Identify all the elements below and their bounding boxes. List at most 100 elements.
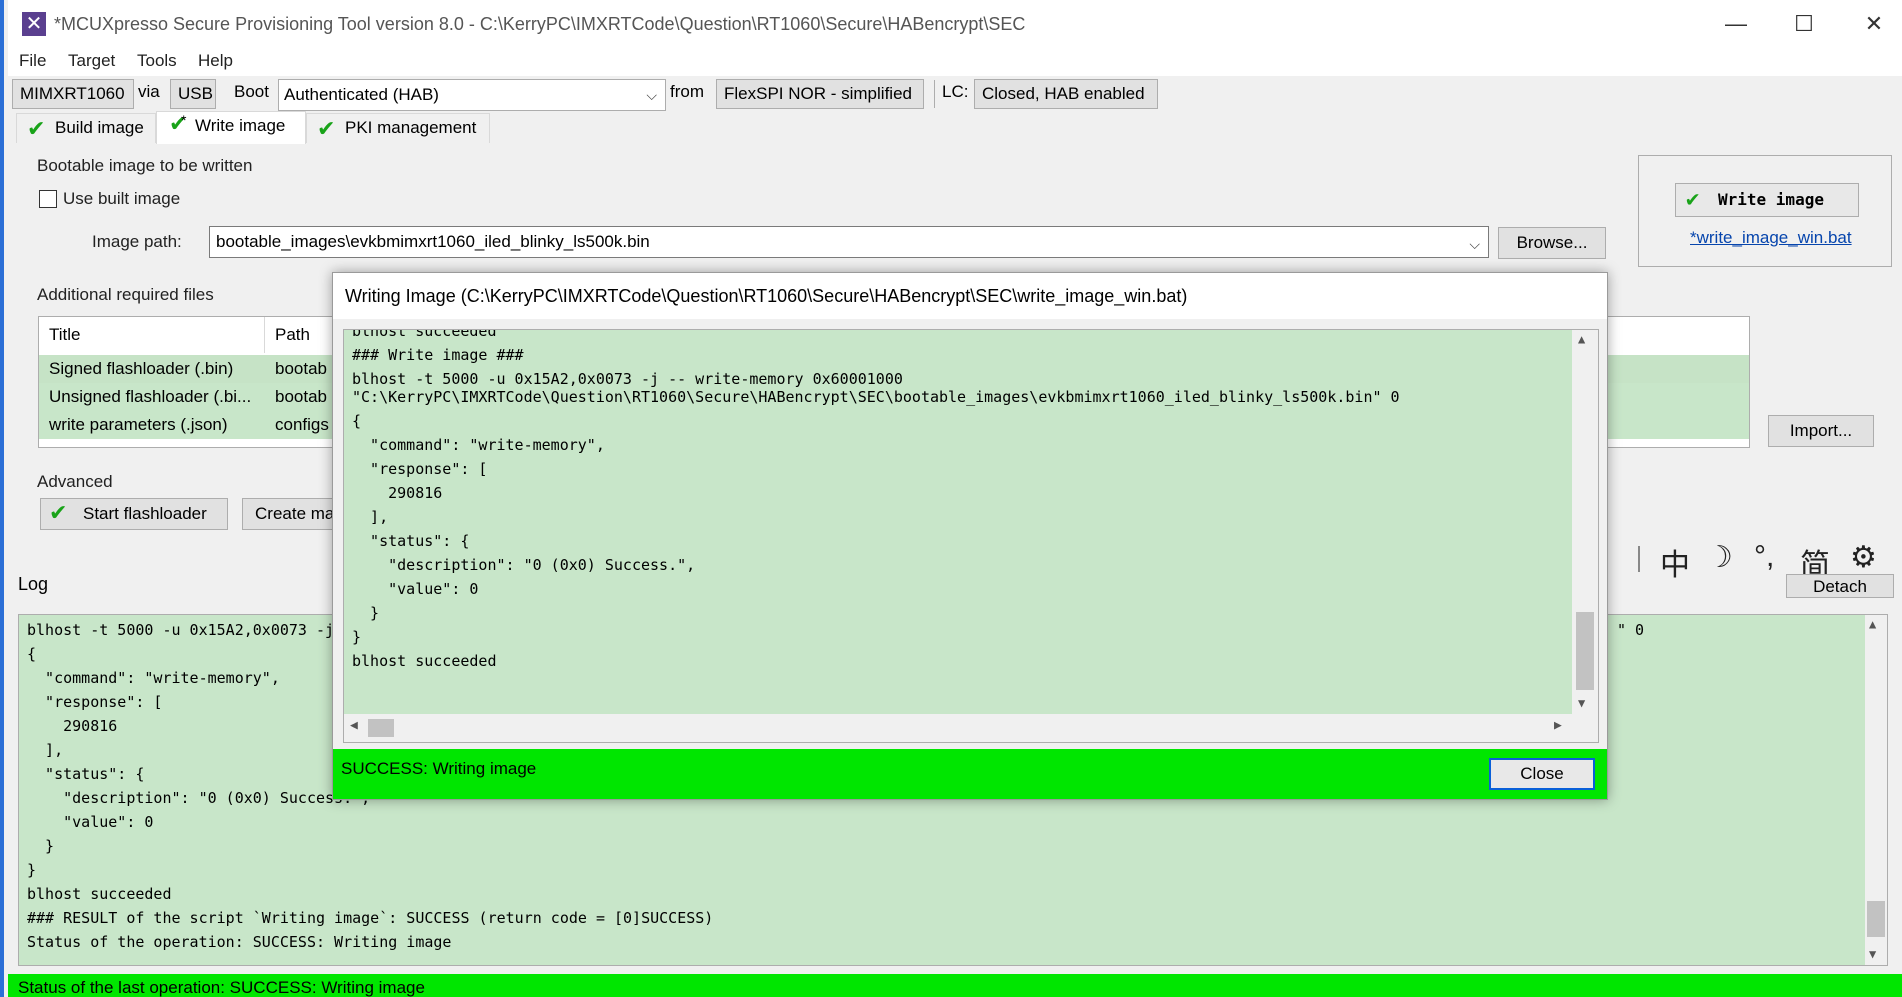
boot-memory-selector[interactable]: FlexSPI NOR - simplified xyxy=(716,79,924,109)
menu-tools[interactable]: Tools xyxy=(137,51,177,71)
image-path-label: Image path: xyxy=(92,232,182,251)
config-divider xyxy=(934,80,935,108)
tab-write-image-label: Write image xyxy=(195,116,286,135)
tab-write-image[interactable]: ✔ * Write image xyxy=(156,111,306,144)
use-built-image-checkbox[interactable] xyxy=(39,190,57,208)
menu-help[interactable]: Help xyxy=(198,51,233,71)
log-line: blhost succeeded xyxy=(27,885,172,903)
dialog-log-line: "description": "0 (0x0) Success.", xyxy=(352,556,696,574)
scroll-thumb[interactable] xyxy=(368,719,394,737)
from-label: from xyxy=(670,82,704,101)
main-window: ✕ *MCUXpresso Secure Provisioning Tool v… xyxy=(0,0,1902,997)
write-image-button[interactable]: ✔ Write image xyxy=(1675,183,1859,217)
tab-build-image-label: Build image xyxy=(55,118,144,137)
dialog-log-line: "status": { xyxy=(352,532,470,550)
app-logo-icon: ✕ xyxy=(22,12,46,36)
dialog-log-line: "C:\KerryPC\IMXRTCode\Question\RT1060\Se… xyxy=(352,388,1400,406)
writing-image-dialog: Writing Image (C:\KerryPC\IMXRTCode\Ques… xyxy=(332,272,1608,800)
scroll-thumb[interactable] xyxy=(1576,612,1594,690)
modified-marker: * xyxy=(181,112,187,128)
use-built-image-label: Use built image xyxy=(63,189,181,208)
scroll-thumb[interactable] xyxy=(1867,901,1885,937)
dialog-log-line: blhost -t 5000 -u 0x15A2,0x0073 -j -- wr… xyxy=(352,370,903,388)
lifecycle-selector[interactable]: Closed, HAB enabled xyxy=(974,79,1158,109)
dialog-vertical-scrollbar[interactable]: ▲ ▼ xyxy=(1572,330,1598,742)
dialog-log-output[interactable]: blhost succeeded ### Write image ### blh… xyxy=(343,329,1599,743)
ime-moon-icon[interactable]: ☽ xyxy=(1706,540,1733,575)
log-line: { xyxy=(27,645,37,663)
log-scrollbar[interactable]: ▲ ▼ xyxy=(1865,615,1887,965)
additional-group-title: Additional required files xyxy=(37,285,214,304)
browse-button[interactable]: Browse... xyxy=(1498,227,1606,259)
row-title: Signed flashloader (.bin) xyxy=(49,359,234,378)
dialog-close-button[interactable]: Close xyxy=(1489,758,1595,790)
dialog-title: Writing Image (C:\KerryPC\IMXRTCode\Ques… xyxy=(333,273,1607,319)
dialog-log-line: ### Write image ### xyxy=(352,346,524,364)
start-flashloader-button[interactable]: ✔ Start flashloader xyxy=(40,498,228,530)
scroll-down-icon[interactable]: ▼ xyxy=(1578,696,1585,710)
ime-language-icon[interactable]: 中 xyxy=(1660,540,1690,584)
log-line: } xyxy=(27,861,37,879)
window-title: *MCUXpresso Secure Provisioning Tool ver… xyxy=(54,14,1026,34)
dialog-log-line: } xyxy=(352,604,380,622)
dialog-log-line: { xyxy=(352,412,362,430)
dialog-log-line: "response": [ xyxy=(352,460,488,478)
chevron-down-icon: ⌵ xyxy=(1469,236,1480,252)
maximize-button[interactable]: ☐ xyxy=(1774,8,1834,40)
title-bar: ✕ *MCUXpresso Secure Provisioning Tool v… xyxy=(8,0,1902,48)
log-line-fragment: " 0 xyxy=(1617,621,1645,639)
import-button[interactable]: Import... xyxy=(1768,415,1874,447)
log-line: "status": { xyxy=(27,765,145,783)
check-icon: ✔ xyxy=(317,116,336,141)
dialog-horizontal-scrollbar[interactable]: ◀ ▶ xyxy=(344,714,1574,742)
dialog-log-line: blhost succeeded xyxy=(352,329,497,340)
write-script-link[interactable]: *write_image_win.bat xyxy=(1690,228,1852,248)
row-title: Unsigned flashloader (.bi... xyxy=(49,387,252,406)
tab-pki-management-label: PKI management xyxy=(345,118,477,137)
connection-selector[interactable]: USB xyxy=(170,79,216,109)
start-flashloader-label: Start flashloader xyxy=(83,504,207,523)
minimize-button[interactable]: — xyxy=(1706,8,1766,40)
lifecycle-label: LC: xyxy=(942,82,969,101)
image-path-value: bootable_images\evkbmimxrt1060_iled_blin… xyxy=(216,232,650,251)
log-line: ], xyxy=(27,741,64,759)
scroll-up-icon[interactable]: ▲ xyxy=(1578,332,1585,346)
log-line: 290816 xyxy=(27,717,118,735)
dialog-log-line: blhost succeeded xyxy=(352,652,497,670)
scroll-down-icon[interactable]: ▼ xyxy=(1869,947,1876,961)
check-icon: ✔ xyxy=(49,500,68,525)
ime-grip[interactable] xyxy=(1638,546,1640,572)
dialog-log-line: 290816 xyxy=(352,484,443,502)
log-line: "response": [ xyxy=(27,693,163,711)
detach-button[interactable]: Detach xyxy=(1786,574,1894,598)
close-window-button[interactable]: ✕ xyxy=(1844,8,1902,40)
column-header-title[interactable]: Title xyxy=(39,317,265,353)
scroll-right-icon[interactable]: ▶ xyxy=(1554,718,1562,733)
device-selector[interactable]: MIMXRT1060 xyxy=(12,79,134,109)
tab-pki-management[interactable]: ✔ PKI management xyxy=(306,113,490,143)
scroll-left-icon[interactable]: ◀ xyxy=(350,718,358,733)
tab-build-image[interactable]: ✔ Build image xyxy=(16,113,156,143)
log-line: ### RESULT of the script `Writing image`… xyxy=(27,909,714,927)
dialog-log-line: } xyxy=(352,628,362,646)
chevron-down-icon: ⌵ xyxy=(646,87,657,103)
scroll-up-icon[interactable]: ▲ xyxy=(1869,617,1876,631)
boot-type-value: Authenticated (HAB) xyxy=(284,85,439,104)
log-line: "value": 0 xyxy=(27,813,154,831)
log-line: "command": "write-memory", xyxy=(27,669,280,687)
dialog-status-text: SUCCESS: Writing image xyxy=(341,759,537,778)
dialog-log-line: "value": 0 xyxy=(352,580,479,598)
check-icon: ✔ xyxy=(27,116,46,141)
menu-file[interactable]: File xyxy=(19,51,46,71)
boot-label: Boot xyxy=(234,82,269,101)
bootable-group-title: Bootable image to be written xyxy=(37,156,253,175)
via-label: via xyxy=(138,82,160,101)
create-button[interactable]: Create ma xyxy=(242,498,342,530)
check-icon: ✔ xyxy=(1686,187,1700,212)
image-path-input[interactable]: bootable_images\evkbmimxrt1060_iled_blin… xyxy=(209,226,1489,258)
ime-settings-icon[interactable]: ⚙ xyxy=(1850,540,1877,575)
boot-type-dropdown[interactable]: Authenticated (HAB) ⌵ xyxy=(278,79,666,111)
menu-bar: File Target Tools Help xyxy=(8,48,1902,76)
menu-target[interactable]: Target xyxy=(68,51,115,71)
ime-punctuation-icon[interactable]: °, xyxy=(1754,540,1774,574)
